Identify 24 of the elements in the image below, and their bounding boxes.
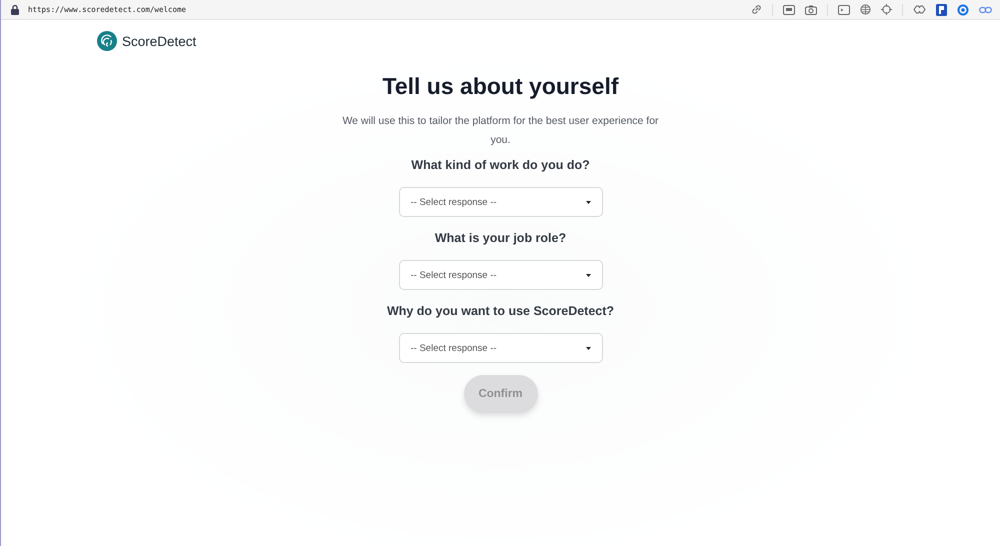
lock-icon — [11, 4, 19, 14]
subtitle-text: We will use this to tailor the platform for the best user experience for you. — [341, 114, 660, 148]
chain-icon[interactable] — [979, 6, 992, 14]
response-dropdown[interactable]: -- Select response -- — [398, 333, 602, 363]
crosshair-icon[interactable] — [881, 4, 892, 15]
caret-icon — [586, 200, 590, 204]
globe-icon[interactable] — [860, 4, 871, 15]
camera-icon[interactable] — [805, 4, 817, 14]
screenshot-icon[interactable] — [783, 4, 795, 14]
question-label: What kind of work do you do? — [411, 158, 590, 172]
page-title: Tell us about yourself — [382, 73, 618, 100]
ring-icon[interactable] — [957, 4, 969, 16]
response-dropdown[interactable]: -- Select response -- — [398, 187, 602, 217]
response-dropdown[interactable]: -- Select response -- — [398, 260, 602, 290]
question-label: What is your job role? — [434, 231, 566, 245]
extension-icon[interactable] — [936, 4, 947, 16]
caret-icon — [586, 346, 590, 350]
caret-icon — [586, 274, 590, 276]
puzzle-icon[interactable] — [913, 4, 926, 15]
brand-name: ScoreDetect — [122, 34, 196, 48]
question-label: Why do you want to use ScoreDetect? — [386, 304, 614, 318]
terminal-icon[interactable] — [838, 4, 850, 14]
link-icon[interactable] — [751, 4, 762, 15]
logo-icon — [97, 31, 117, 51]
